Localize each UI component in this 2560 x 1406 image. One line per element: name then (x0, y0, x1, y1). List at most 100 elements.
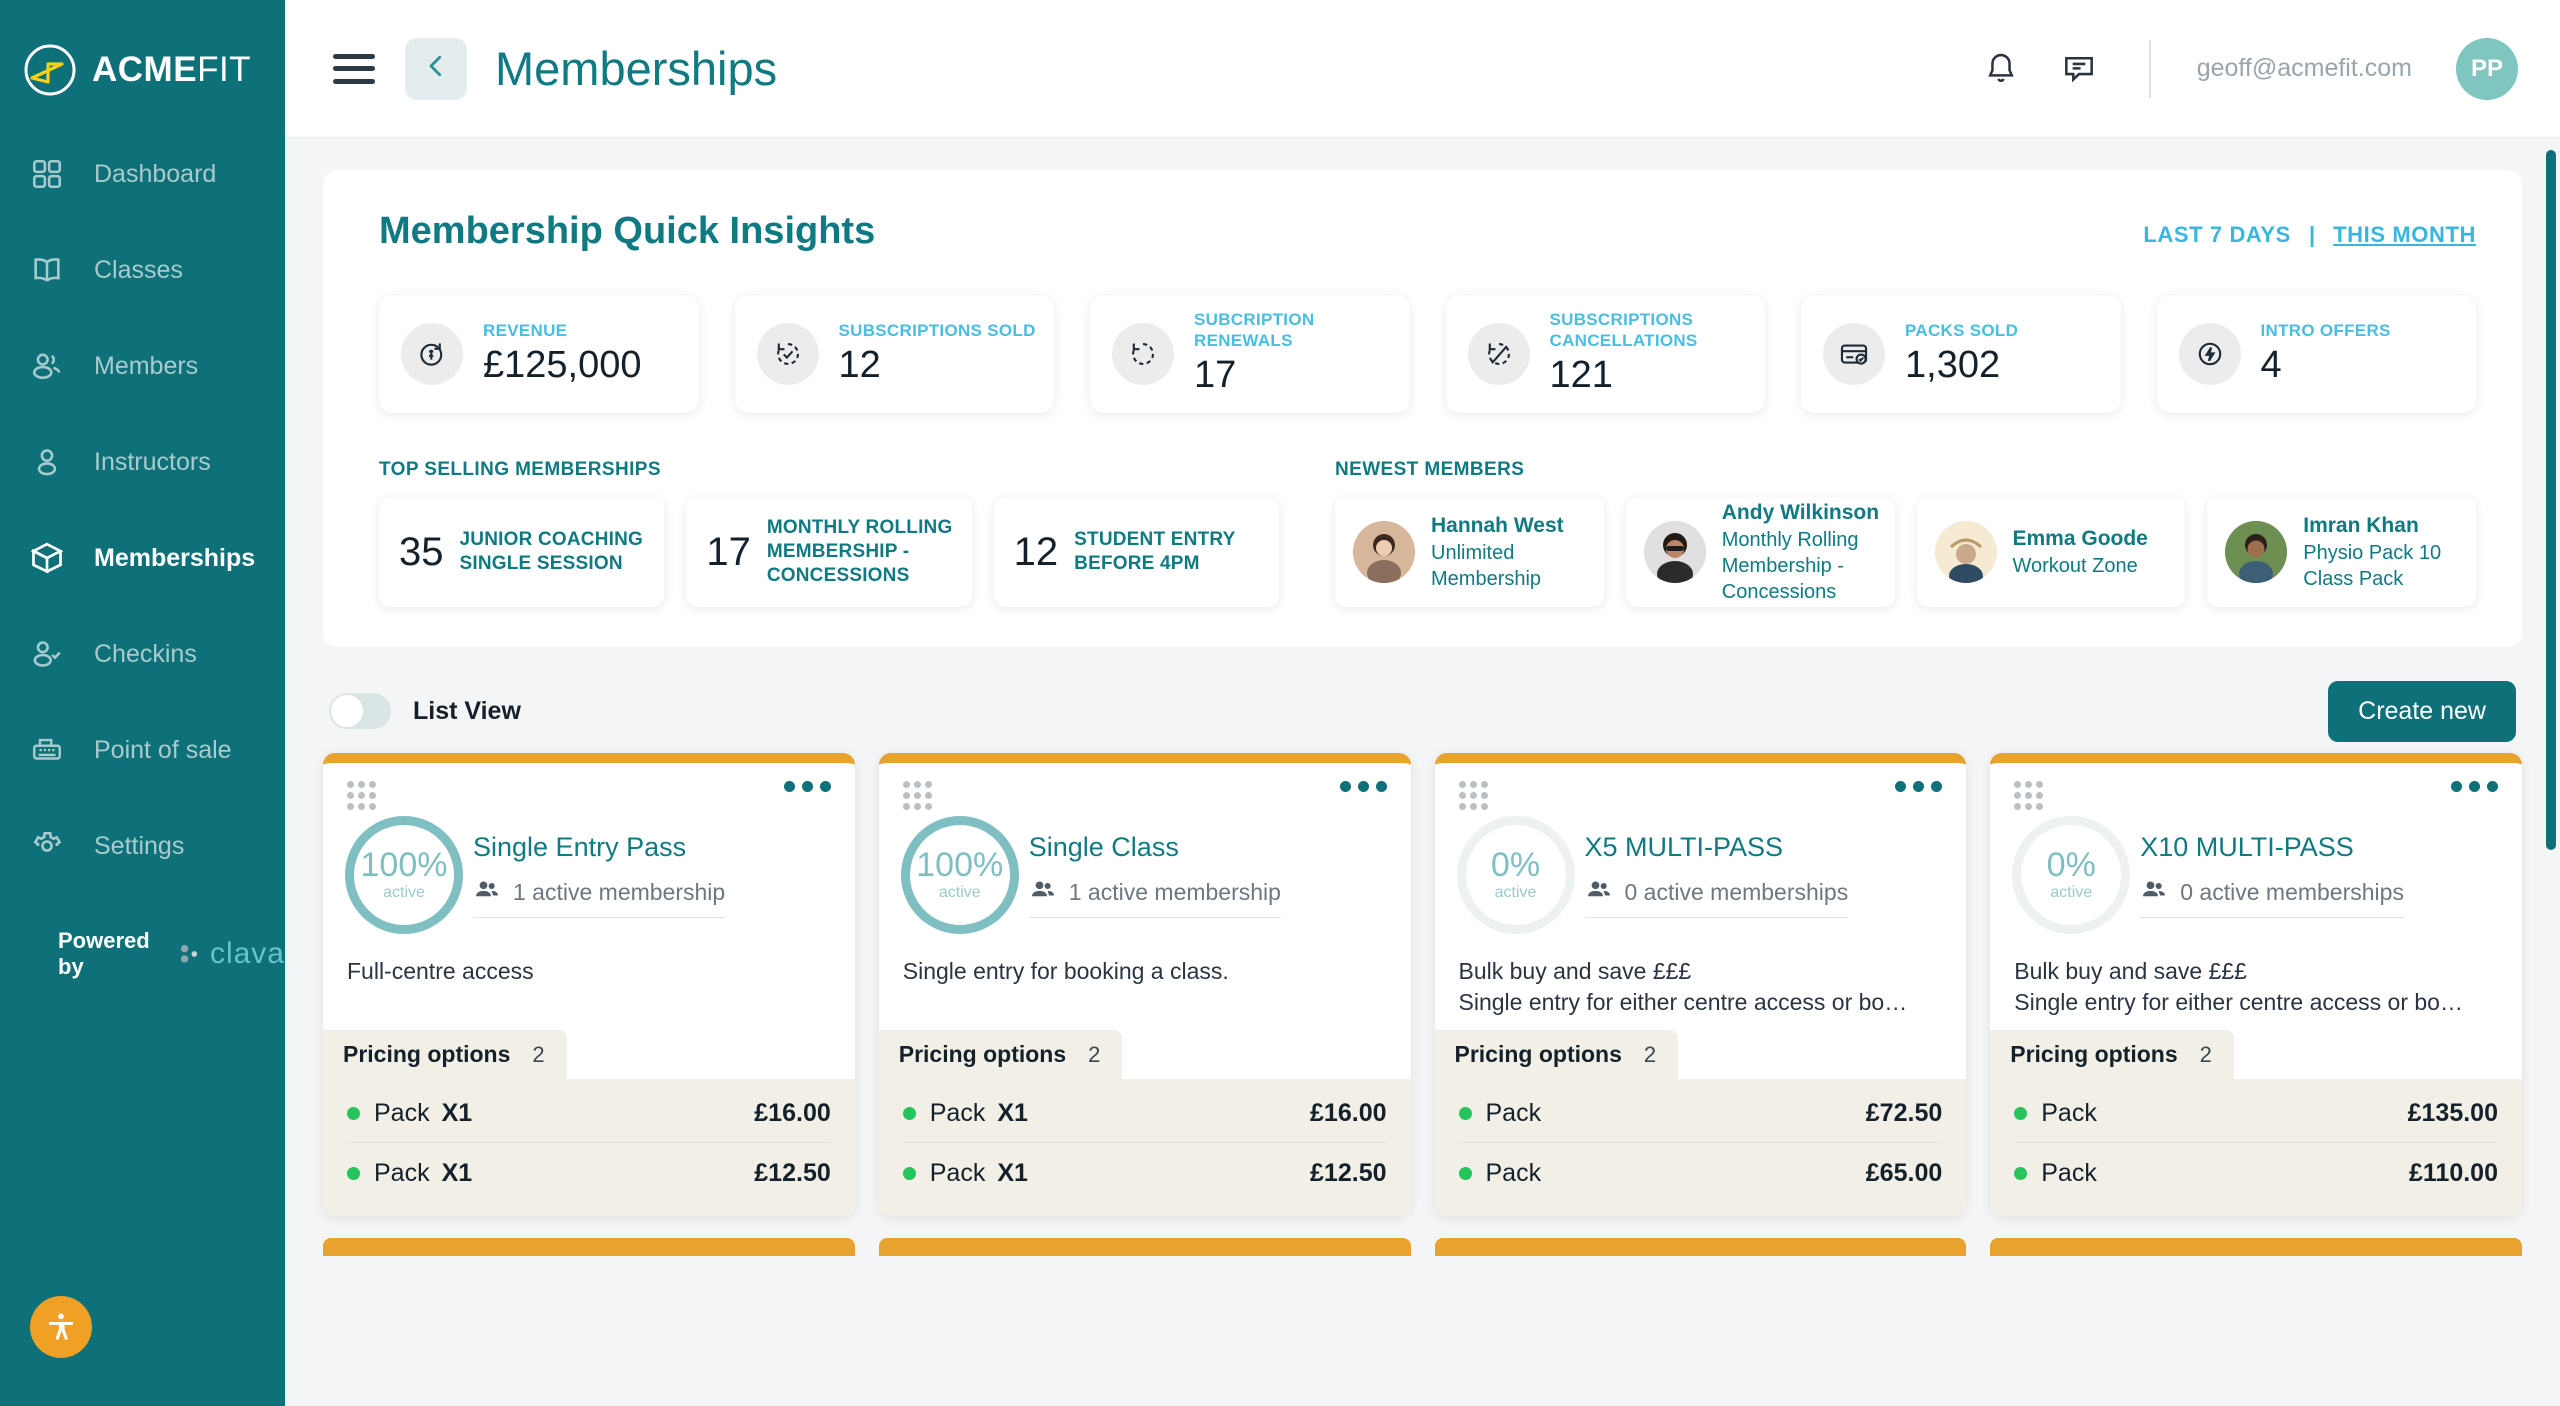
price-name: Pack (2041, 1159, 2097, 1187)
sidebar-item-dashboard[interactable]: Dashboard (0, 126, 285, 222)
sidebar-item-members[interactable]: Members (0, 318, 285, 414)
sidebar-item-memberships[interactable]: Memberships (0, 510, 285, 606)
users-icon (1029, 876, 1057, 910)
sidebar-item-label: Settings (94, 831, 185, 860)
top-selling-count: 35 (399, 529, 444, 574)
top-selling-item[interactable]: 17 MONTHLY ROLLING MEMBERSHIP - CONCESSI… (686, 497, 972, 607)
pricing-options-label: Pricing options (2010, 1041, 2178, 1067)
membership-card[interactable]: 0% active X10 MULTI-PASS 0 active member… (1990, 753, 2522, 1216)
price-name: Pack (1485, 1099, 1542, 1127)
price-name: Pack (2041, 1099, 2097, 1127)
newest-member-item[interactable]: Andy Wilkinson Monthly Rolling Membershi… (1625, 497, 1895, 607)
range-this-month[interactable]: THIS MONTH (2333, 222, 2476, 248)
hamburger-icon[interactable] (333, 53, 375, 84)
drag-handle-icon[interactable] (347, 781, 376, 810)
description-line: Bulk buy and save £££ (2014, 958, 2247, 984)
price-amount: £16.00 (1310, 1099, 1387, 1127)
create-new-button[interactable]: Create new (2328, 680, 2516, 742)
price-amount: £72.50 (1865, 1099, 1943, 1127)
membership-card-peek[interactable] (878, 1238, 1411, 1256)
avatar[interactable]: PP (2456, 37, 2518, 100)
sidebar-item-point-of-sale[interactable]: Point of sale (0, 702, 285, 798)
price-row[interactable]: Pack £72.50 (1458, 1083, 1943, 1143)
pricing-list: Pack X1 £16.00 Pack X1 £12.50 (323, 1079, 855, 1216)
back-button[interactable] (405, 37, 467, 100)
sidebar-item-label: Instructors (94, 447, 211, 476)
sidebar-item-label: Dashboard (94, 159, 217, 188)
price-amount: £110.00 (2409, 1159, 2498, 1187)
ring-percent: 0% (2046, 846, 2096, 884)
more-options-icon[interactable] (783, 781, 831, 792)
membership-title: Single Entry Pass (473, 832, 687, 863)
page-scrollbar[interactable] (2546, 150, 2556, 850)
sidebar-item-classes[interactable]: Classes (0, 222, 285, 318)
price-row[interactable]: Pack X1 £12.50 (347, 1143, 831, 1202)
brand-name-light: FIT (197, 50, 252, 89)
drag-handle-icon[interactable] (902, 781, 932, 810)
status-dot (1458, 1167, 1472, 1180)
list-view-toggle[interactable] (329, 693, 391, 729)
price-row[interactable]: Pack £135.00 (2014, 1083, 2498, 1143)
card-description: Full-centre access (323, 934, 855, 1030)
grid-icon (26, 153, 68, 195)
newest-member-item[interactable]: Hannah West Unlimited Membership (1335, 497, 1604, 607)
user-check-icon (26, 633, 68, 675)
newest-member-item[interactable]: Imran Khan Physio Pack 10 Class Pack (2207, 497, 2476, 607)
chat-icon[interactable] (2055, 45, 2103, 93)
sidebar-item-settings[interactable]: Settings (0, 798, 285, 894)
accessibility-icon[interactable] (30, 1296, 92, 1358)
membership-card[interactable]: 100% active Single Entry Pass 1 active m… (323, 753, 855, 1216)
drag-handle-icon[interactable] (1458, 781, 1488, 810)
more-options-icon[interactable] (1339, 781, 1387, 792)
sidebar-item-checkins[interactable]: Checkins (0, 606, 285, 702)
price-amount: £135.00 (2407, 1099, 2498, 1127)
price-row[interactable]: Pack X1 £16.00 (347, 1083, 831, 1143)
pricing-options-tab: Pricing options 2 (1434, 1030, 1679, 1079)
metric-card-subscription-renewals[interactable]: SUBCRIPTION RENEWALS 17 (1090, 295, 1410, 413)
bell-icon[interactable] (1977, 45, 2025, 93)
price-row[interactable]: Pack £110.00 (2014, 1143, 2498, 1202)
top-selling-item[interactable]: 12 STUDENT ENTRY BEFORE 4PM (993, 497, 1279, 607)
top-selling-name: MONTHLY ROLLING MEMBERSHIP - CONCESSIONS (766, 516, 953, 587)
clava-mark-icon (180, 944, 198, 963)
metric-card-packs-sold[interactable]: PACKS SOLD 1,302 (1801, 295, 2121, 413)
price-row[interactable]: Pack £65.00 (1458, 1143, 1942, 1202)
newest-member-item[interactable]: Emma Goode Workout Zone (1916, 497, 2186, 607)
metric-card-revenue[interactable]: REVENUE £125,000 (379, 295, 699, 413)
active-memberships-text: 0 active memberships (2180, 879, 2404, 906)
ring-sublabel: active (938, 884, 981, 901)
sidebar-item-label: Classes (94, 255, 183, 284)
status-dot (347, 1167, 360, 1180)
metric-card-intro-offers[interactable]: INTRO OFFERS 4 (2156, 295, 2476, 413)
sidebar-item-instructors[interactable]: Instructors (0, 414, 285, 510)
metric-card-subscriptions-sold[interactable]: SUBSCRIPTIONS SOLD 12 (734, 295, 1054, 413)
drag-handle-icon[interactable] (2014, 781, 2044, 810)
top-selling-count: 12 (1013, 529, 1059, 574)
more-options-icon[interactable] (2451, 781, 2498, 792)
price-row[interactable]: Pack X1 £16.00 (902, 1083, 1387, 1143)
membership-title: X5 MULTI-PASS (1584, 832, 1784, 863)
sidebar-item-label: Members (94, 351, 199, 380)
price-qty: X1 (441, 1159, 473, 1187)
more-options-icon[interactable] (1895, 781, 1943, 792)
status-dot (902, 1107, 916, 1120)
card-check-icon (1823, 323, 1885, 385)
metric-label: PACKS SOLD (1905, 320, 2019, 340)
insights-lower: TOP SELLING MEMBERSHIPS 35 JUNIOR COACHI… (379, 459, 2476, 607)
metric-value: 17 (1194, 353, 1237, 396)
metric-card-subscriptions-cancellations[interactable]: SUBSCRIPTIONS CANCELLATIONS 121 (1445, 295, 1765, 413)
price-row[interactable]: Pack X1 £12.50 (902, 1143, 1387, 1202)
users-icon (2140, 876, 2168, 910)
membership-card-peek[interactable] (323, 1238, 855, 1256)
membership-card-peek[interactable] (1990, 1238, 2522, 1256)
range-last-7-days[interactable]: LAST 7 DAYS (2143, 222, 2291, 248)
status-dot (2014, 1167, 2028, 1180)
active-percent-ring: 0% active (2012, 816, 2131, 934)
membership-card[interactable]: 100% active Single Class 1 active member… (878, 753, 1411, 1216)
newest-members-section: NEWEST MEMBERS Hannah West Unlimited Mem… (1335, 459, 2476, 607)
brand[interactable]: ACMEFIT (0, 0, 285, 110)
top-selling-item[interactable]: 35 JUNIOR COACHING SINGLE SESSION (379, 497, 665, 607)
membership-card-peek[interactable] (1434, 1238, 1967, 1256)
brand-name: ACMEFIT (92, 50, 251, 90)
membership-card[interactable]: 0% active X5 MULTI-PASS 0 active members… (1434, 753, 1967, 1216)
